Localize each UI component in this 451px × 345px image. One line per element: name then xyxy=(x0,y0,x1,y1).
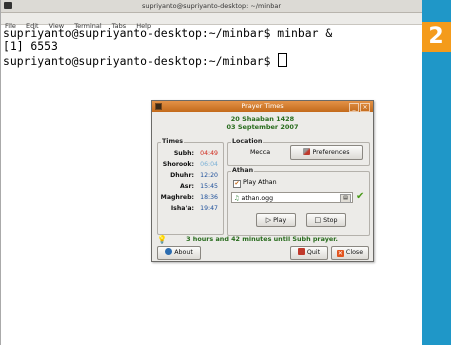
prayer-time-row: Shorook: 06:04 xyxy=(158,159,223,170)
close-window-icon[interactable]: × xyxy=(360,103,370,112)
quit-icon xyxy=(297,248,305,255)
play-icon: ▷ xyxy=(265,216,272,224)
prayer-time: 04:49 xyxy=(200,150,218,157)
quit-label: Quit xyxy=(306,249,321,256)
prayer-times-dialog: Prayer Times _ × 20 Shaaban 1428 03 Septe… xyxy=(151,100,374,262)
prayer-time: 19:47 xyxy=(200,205,218,212)
page-number-badge: 2 xyxy=(421,22,451,52)
prayer-time: 06:04 xyxy=(200,161,218,168)
open-file-icon[interactable]: ▤ xyxy=(340,194,351,203)
athan-file-name: athan.ogg xyxy=(241,195,273,202)
location-frame-title: Location xyxy=(231,138,264,145)
prayer-time-row: Dhuhr: 12:20 xyxy=(158,170,223,181)
prayer-time: 18:36 xyxy=(200,194,218,201)
dialog-titlebar[interactable]: Prayer Times _ × xyxy=(152,101,373,112)
terminal-line: [1] 6553 xyxy=(3,39,58,53)
stop-button[interactable]: □ Stop xyxy=(306,213,346,227)
prayer-time-row: Asr: 15:45 xyxy=(158,181,223,192)
tools-icon xyxy=(303,148,311,155)
terminal-prompt: supriyanto@supriyanto-desktop:~/minbar$ xyxy=(3,54,278,68)
close-icon: ✕ xyxy=(336,250,344,257)
prayer-time-row: Isha'a: 19:47 xyxy=(158,203,223,214)
prayer-times-list: Subh: 04:49 Shorook: 06:04 Dhuhr: 12:20 Asr: 15… xyxy=(158,148,223,214)
minimize-icon[interactable]: _ xyxy=(349,103,359,112)
prayer-name: Maghreb: xyxy=(160,194,194,201)
audio-file-icon: ♫ xyxy=(234,195,240,202)
times-frame: Times Subh: 04:49 Shorook: 06:04 Dhuhr: 12:20… xyxy=(157,138,224,235)
close-label: Close xyxy=(345,249,364,256)
hijri-date: 20 Shaaban 1428 xyxy=(230,115,295,123)
prayer-time-row: Maghreb: 18:36 xyxy=(158,192,223,203)
play-athan-label: Play Athan xyxy=(243,179,277,186)
preferences-button[interactable]: Preferences xyxy=(290,145,363,160)
lightbulb-icon: 💡 xyxy=(157,235,167,244)
status-bar: 💡 3 hours and 42 minutes until Subh pray… xyxy=(157,235,367,244)
window-menu-icon[interactable] xyxy=(155,103,162,110)
times-frame-title: Times xyxy=(161,138,185,145)
terminal-titlebar: supriyanto@supriyanto-desktop: ~/minbar xyxy=(1,0,422,13)
info-icon xyxy=(165,248,173,255)
stop-icon: □ xyxy=(314,216,322,224)
stop-label: Stop xyxy=(323,217,338,224)
location-value: Mecca xyxy=(250,149,271,156)
terminal-output[interactable]: supriyanto@supriyanto-desktop:~/minbar$ … xyxy=(1,25,422,70)
prayer-time-row: Subh: 04:49 xyxy=(158,148,223,159)
terminal-title: supriyanto@supriyanto-desktop: ~/minbar xyxy=(142,2,281,10)
valid-check-icon: ✔ xyxy=(356,191,365,202)
terminal-line: supriyanto@supriyanto-desktop:~/minbar$ … xyxy=(3,26,333,40)
athan-frame: Athan ✔ Play Athan ♫ athan.ogg ▤ ✔ ▷ Pla… xyxy=(227,167,370,236)
prayer-name: Subh: xyxy=(173,150,194,157)
play-label: Play xyxy=(273,217,287,224)
terminal-icon xyxy=(4,2,12,9)
countdown-text: 3 hours and 42 minutes until Subh prayer… xyxy=(186,235,338,243)
prayer-time: 12:20 xyxy=(200,172,218,179)
gregorian-date: 03 September 2007 xyxy=(226,123,299,131)
prayer-name: Shorook: xyxy=(162,161,194,168)
checkbox-checked-icon[interactable]: ✔ xyxy=(233,180,241,188)
about-button[interactable]: About xyxy=(157,246,201,260)
location-frame: Location Mecca Preferences xyxy=(227,138,370,166)
prayer-name: Asr: xyxy=(180,183,194,190)
prayer-name: Dhuhr: xyxy=(170,172,194,179)
close-button[interactable]: ✕ Close xyxy=(331,246,369,260)
dialog-title: Prayer Times xyxy=(241,102,284,110)
play-button[interactable]: ▷ Play xyxy=(256,213,296,227)
terminal-prompt-line: supriyanto@supriyanto-desktop:~/minbar$ xyxy=(3,53,420,68)
quit-button[interactable]: Quit xyxy=(290,246,328,260)
terminal-menubar: File Edit View Terminal Tabs Help xyxy=(1,13,422,30)
preferences-label: Preferences xyxy=(312,149,350,156)
prayer-time: 15:45 xyxy=(200,183,218,190)
prayer-name: Isha'a: xyxy=(170,205,194,212)
athan-file-chooser[interactable]: ♫ athan.ogg ▤ xyxy=(231,192,353,203)
play-athan-checkbox[interactable]: ✔ Play Athan xyxy=(233,179,277,188)
athan-frame-title: Athan xyxy=(231,167,255,174)
about-label: About xyxy=(174,249,193,256)
terminal-cursor xyxy=(278,53,288,67)
